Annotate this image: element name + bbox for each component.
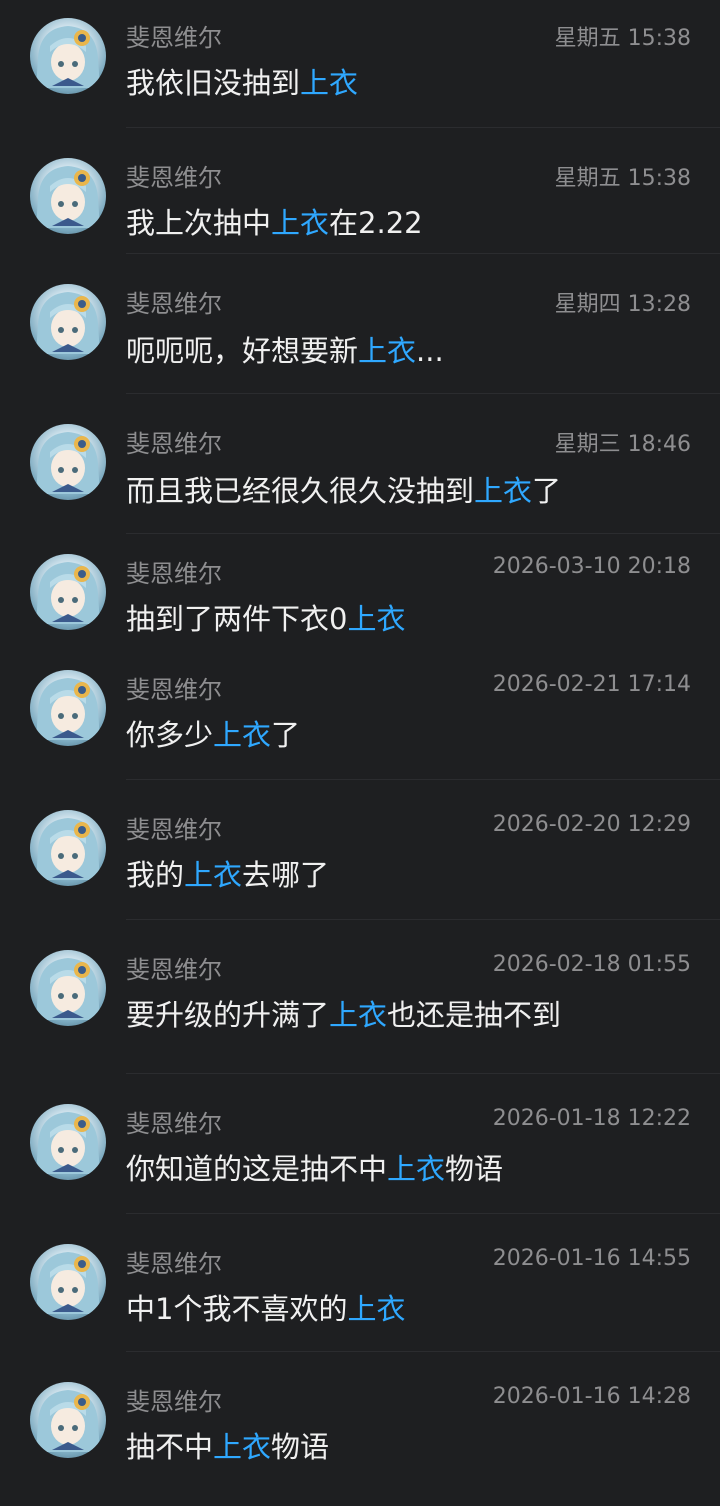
search-keyword-highlight: 上衣 <box>271 206 330 240</box>
sender-name: 斐恩维尔 <box>126 816 222 844</box>
sender-name: 斐恩维尔 <box>126 430 222 458</box>
message-result-row[interactable]: 斐恩维尔 星期三 18:46 而且我已经很久很久没抽到上衣了 <box>0 394 720 534</box>
sender-name: 斐恩维尔 <box>126 1110 222 1138</box>
sender-name: 斐恩维尔 <box>126 290 222 318</box>
message-text-part: 我上次抽中 <box>126 206 272 240</box>
sender-name: 斐恩维尔 <box>126 676 222 704</box>
message-result-row[interactable]: 斐恩维尔 2026-02-18 01:55 要升级的升满了上衣也还是抽不到 <box>0 920 720 1074</box>
message-time: 星期五 15:38 <box>554 26 691 51</box>
sender-name: 斐恩维尔 <box>126 164 222 192</box>
avatar-icon[interactable] <box>30 424 106 500</box>
search-keyword-highlight: 上衣 <box>213 1430 272 1464</box>
message-text-part: ... <box>416 334 444 368</box>
message-result-row[interactable]: 斐恩维尔 2026-01-18 12:22 你知道的这是抽不中上衣物语 <box>0 1074 720 1214</box>
search-results-list: 斐恩维尔 星期五 15:38 我依旧没抽到上衣 斐恩维尔 星期五 15:38 我… <box>0 0 720 1506</box>
search-keyword-highlight: 上衣 <box>474 474 533 508</box>
message-result-row[interactable]: 斐恩维尔 2026-03-10 20:18 抽到了两件下衣0上衣 <box>0 534 720 654</box>
message-text-part: 也还是抽不到 <box>387 998 562 1032</box>
message-time: 星期四 13:28 <box>554 292 691 317</box>
message-text-part: 物语 <box>445 1152 504 1186</box>
search-keyword-highlight: 上衣 <box>387 1152 446 1186</box>
message-result-row[interactable]: 斐恩维尔 星期四 13:28 呃呃呃，好想要新上衣... <box>0 254 720 394</box>
message-text: 而且我已经很久很久没抽到上衣了 <box>126 468 561 510</box>
message-text: 抽到了两件下衣0上衣 <box>126 596 405 638</box>
message-text-part: 中1个我不喜欢的 <box>126 1292 348 1326</box>
message-text-part: 抽不中 <box>126 1430 214 1464</box>
message-result-row[interactable]: 斐恩维尔 2026-01-16 14:55 中1个我不喜欢的上衣 <box>0 1214 720 1352</box>
message-time: 2026-03-10 20:18 <box>492 554 691 579</box>
message-result-row[interactable]: 斐恩维尔 星期五 15:38 我上次抽中上衣在2.22 <box>0 128 720 254</box>
avatar-icon[interactable] <box>30 1104 106 1180</box>
message-time: 星期三 18:46 <box>554 432 691 457</box>
message-text: 你多少上衣了 <box>126 712 300 754</box>
message-text-part: 了 <box>271 718 301 752</box>
message-text-part: 你知道的这是抽不中 <box>126 1152 388 1186</box>
sender-name: 斐恩维尔 <box>126 1250 222 1278</box>
search-keyword-highlight: 上衣 <box>184 858 243 892</box>
message-text-part: 要升级的升满了 <box>126 998 330 1032</box>
avatar-icon[interactable] <box>30 950 106 1026</box>
search-keyword-highlight: 上衣 <box>213 718 272 752</box>
message-time: 2026-02-21 17:14 <box>492 672 691 697</box>
message-result-row[interactable]: 斐恩维尔 星期五 15:38 我依旧没抽到上衣 <box>0 0 720 128</box>
search-keyword-highlight: 上衣 <box>329 998 388 1032</box>
message-text-part: 了 <box>532 474 562 508</box>
sender-name: 斐恩维尔 <box>126 24 222 52</box>
avatar-icon[interactable] <box>30 670 106 746</box>
avatar-icon[interactable] <box>30 1244 106 1320</box>
message-time: 2026-02-20 12:29 <box>492 812 691 837</box>
message-time: 星期五 15:38 <box>554 166 691 191</box>
message-result-row[interactable]: 斐恩维尔 2026-02-21 17:14 你多少上衣了 <box>0 654 720 780</box>
sender-name: 斐恩维尔 <box>126 956 222 984</box>
message-text-part: 我的 <box>126 858 185 892</box>
message-result-row[interactable]: 斐恩维尔 2026-02-20 12:29 我的上衣去哪了 <box>0 780 720 920</box>
avatar-icon[interactable] <box>30 284 106 360</box>
search-keyword-highlight: 上衣 <box>300 66 359 100</box>
search-keyword-highlight: 上衣 <box>347 602 406 636</box>
message-text-part: 抽到了两件下衣0 <box>126 602 348 636</box>
message-text-part: 去哪了 <box>242 858 330 892</box>
message-text-part: 我依旧没抽到 <box>126 66 301 100</box>
message-text: 呃呃呃，好想要新上衣... <box>126 328 444 370</box>
message-time: 2026-01-18 12:22 <box>492 1106 691 1131</box>
avatar-icon[interactable] <box>30 18 106 94</box>
message-text: 我依旧没抽到上衣 <box>126 60 358 102</box>
avatar-icon[interactable] <box>30 554 106 630</box>
message-text-part: 物语 <box>271 1430 330 1464</box>
message-text-part: 你多少 <box>126 718 214 752</box>
message-text: 我的上衣去哪了 <box>126 852 329 894</box>
message-result-row[interactable]: 斐恩维尔 2026-01-16 14:28 抽不中上衣物语 <box>0 1352 720 1506</box>
avatar-icon[interactable] <box>30 810 106 886</box>
search-keyword-highlight: 上衣 <box>347 1292 406 1326</box>
message-text: 抽不中上衣物语 <box>126 1424 329 1466</box>
message-text: 中1个我不喜欢的上衣 <box>126 1286 405 1328</box>
message-text-part: 在2.22 <box>329 206 423 240</box>
message-text: 你知道的这是抽不中上衣物语 <box>126 1146 503 1188</box>
sender-name: 斐恩维尔 <box>126 560 222 588</box>
avatar-icon[interactable] <box>30 1382 106 1458</box>
sender-name: 斐恩维尔 <box>126 1388 222 1416</box>
message-time: 2026-01-16 14:28 <box>492 1384 691 1409</box>
message-text: 我上次抽中上衣在2.22 <box>126 200 423 242</box>
search-keyword-highlight: 上衣 <box>358 334 417 368</box>
avatar-icon[interactable] <box>30 158 106 234</box>
message-time: 2026-01-16 14:55 <box>492 1246 691 1271</box>
message-time: 2026-02-18 01:55 <box>492 952 691 977</box>
message-text-part: 而且我已经很久很久没抽到 <box>126 474 475 508</box>
message-text-part: 呃呃呃，好想要新 <box>126 334 359 368</box>
message-text: 要升级的升满了上衣也还是抽不到 <box>126 992 561 1034</box>
